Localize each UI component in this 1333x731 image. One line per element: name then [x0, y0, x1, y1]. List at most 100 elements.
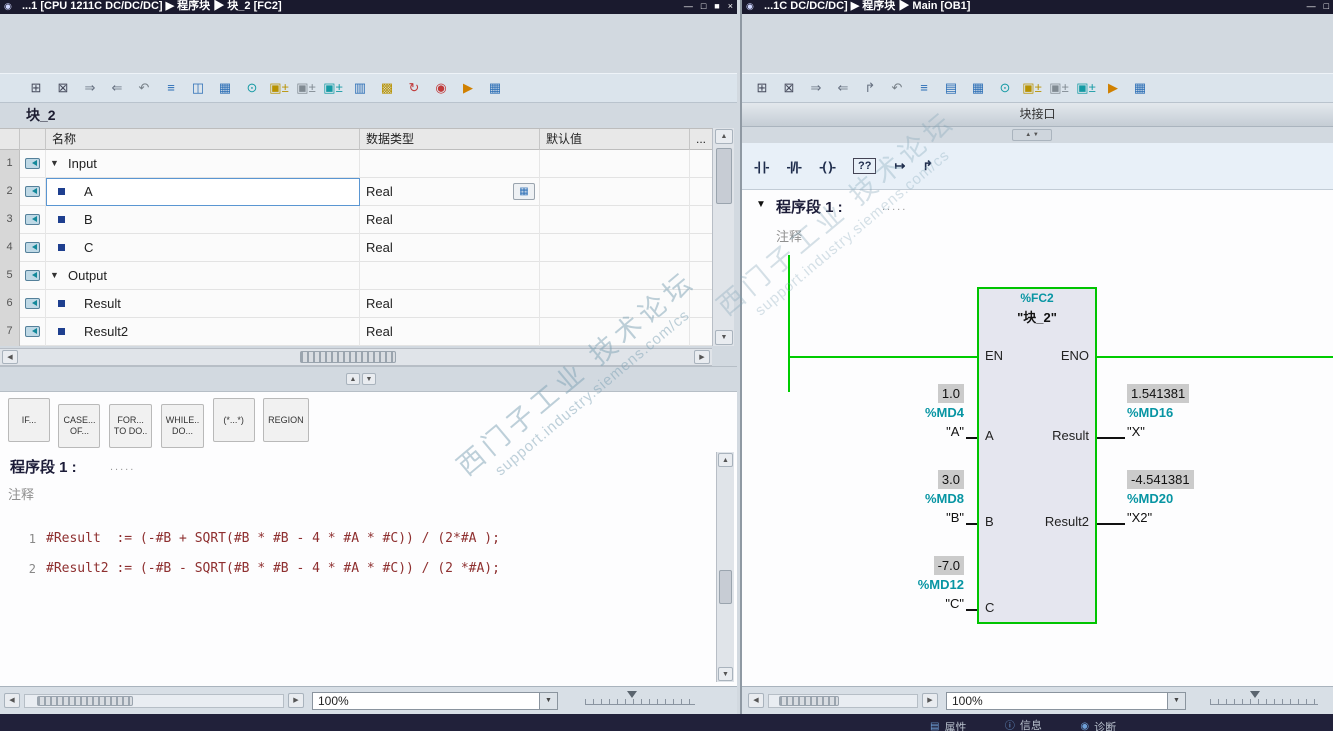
interface-collapse-control[interactable]: ▲ ▼: [1012, 129, 1052, 141]
collapse-up-icon[interactable]: ▲: [1025, 132, 1031, 138]
pin-en[interactable]: EN: [985, 348, 1003, 363]
overview-icon[interactable]: ▦: [966, 77, 990, 99]
code-vscroll-thumb[interactable]: [719, 570, 732, 604]
table-row-output[interactable]: 5 ▼ Output: [0, 262, 712, 290]
scroll-down-icon[interactable]: ▼: [715, 330, 733, 345]
db-environment-icon[interactable]: ▣±: [1047, 77, 1071, 99]
table-row-B[interactable]: 3 B Real: [0, 206, 712, 234]
operand-output-result2[interactable]: -4.541381 %MD20 "X2": [1127, 470, 1297, 527]
vscroll-thumb[interactable]: [716, 148, 732, 204]
header-default[interactable]: 默认值: [540, 129, 690, 151]
network-title[interactable]: 程序段 1 :: [10, 456, 77, 477]
monitor-refresh-icon[interactable]: ↻: [402, 77, 426, 99]
collapse-arrow-icon[interactable]: ▼: [50, 262, 59, 289]
fc2-block-call[interactable]: %FC2 "块_2" EN ENO A B C Result Result2: [977, 287, 1097, 624]
minimize-icon[interactable]: —: [684, 0, 693, 13]
tab-info[interactable]: ⓘ 信息: [1005, 717, 1042, 731]
block-interface-bar[interactable]: 块接口: [742, 103, 1333, 127]
close-branch-icon[interactable]: ↱: [922, 158, 933, 174]
undo-icon[interactable]: ↶: [885, 77, 909, 99]
snippet-case[interactable]: CASE... OF...: [58, 403, 101, 448]
scroll-down-icon[interactable]: ▼: [718, 667, 733, 681]
delete-network-icon[interactable]: ⊠: [777, 77, 801, 99]
table-row-A[interactable]: 2 A Real ▦: [0, 178, 712, 206]
status-hscroll-track[interactable]: [24, 694, 284, 708]
pin-eno[interactable]: ENO: [1061, 348, 1089, 363]
lad-view-icon[interactable]: ▤: [939, 77, 963, 99]
zoom-dropdown-icon[interactable]: ▼: [1167, 693, 1185, 709]
goto-previous-icon[interactable]: ⇐: [831, 77, 855, 99]
collapse-down-icon[interactable]: ▼: [1033, 132, 1039, 138]
network-list-icon[interactable]: ≡: [912, 77, 936, 99]
scroll-right-icon[interactable]: ▶: [922, 693, 938, 708]
splitter-up-icon[interactable]: ▲: [346, 373, 360, 385]
branch-icon[interactable]: ↱: [858, 77, 882, 99]
network-list-icon[interactable]: ≡: [159, 77, 183, 99]
tab-diagnostics[interactable]: ◉ 诊断: [1080, 719, 1116, 731]
code-line-1[interactable]: #Result := (-#B + SQRT(#B * #B - 4 * #A …: [46, 531, 500, 546]
snippet-while[interactable]: WHILE.. DO...: [160, 403, 205, 448]
scroll-up-icon[interactable]: ▲: [718, 453, 733, 467]
comment-icon[interactable]: ⊙: [993, 77, 1017, 99]
more-commands-icon[interactable]: ▶: [1101, 77, 1125, 99]
more-commands-icon[interactable]: ▶: [456, 77, 480, 99]
scroll-up-icon[interactable]: ▲: [715, 129, 733, 144]
header-more[interactable]: ...: [690, 129, 712, 151]
zoom-select[interactable]: 100% ▼: [312, 692, 558, 710]
settings-icon[interactable]: ▩: [375, 77, 399, 99]
db-instance-icon[interactable]: ▣±: [1074, 77, 1098, 99]
network-title[interactable]: 程序段 1 :: [776, 196, 843, 217]
status-hscroll-track[interactable]: [768, 694, 918, 708]
zoom-select[interactable]: 100% ▼: [946, 692, 1186, 710]
monitor-on-icon[interactable]: ◉: [429, 77, 453, 99]
undo-icon[interactable]: ↶: [132, 77, 156, 99]
pin-result[interactable]: Result: [1052, 428, 1089, 443]
snippet-region[interactable]: REGION: [263, 398, 309, 442]
zoom-dropdown-icon[interactable]: ▼: [539, 693, 557, 709]
minimize-icon[interactable]: —: [1307, 0, 1316, 13]
network-comment[interactable]: 注释: [776, 226, 802, 245]
table-hscrollbar[interactable]: ◀ ▶: [0, 348, 712, 366]
header-name[interactable]: 名称: [46, 129, 360, 151]
table-row-result[interactable]: 6 Result Real: [0, 290, 712, 318]
table-row-result2[interactable]: 7 Result2 Real: [0, 318, 712, 346]
insert-row-icon[interactable]: ⊞: [24, 77, 48, 99]
zoom-slider[interactable]: [1210, 691, 1318, 705]
operand-input-a[interactable]: 1.0 %MD4 "A": [814, 384, 964, 441]
delete-row-icon[interactable]: ⊠: [51, 77, 75, 99]
table-row-C[interactable]: 4 C Real: [0, 234, 712, 262]
db-calls-icon[interactable]: ▣±: [267, 77, 291, 99]
operand-input-c[interactable]: -7.0 %MD12 "C": [814, 556, 964, 613]
collapse-arrow-icon[interactable]: ▼: [50, 150, 59, 177]
zoom-slider-handle[interactable]: [627, 691, 637, 703]
absolute-operands-icon[interactable]: ▥: [348, 77, 372, 99]
header-datatype[interactable]: 数据类型: [360, 129, 540, 151]
goto-next-icon[interactable]: ⇒: [804, 77, 828, 99]
zoom-slider-handle[interactable]: [1250, 691, 1260, 703]
code-vscrollbar[interactable]: ▲ ▼: [716, 452, 734, 682]
open-branch-icon[interactable]: ↦: [894, 158, 905, 174]
contact-no-icon[interactable]: -| |-: [754, 159, 770, 174]
status-hscroll-thumb[interactable]: [779, 696, 839, 706]
pin-result2[interactable]: Result2: [1045, 514, 1089, 529]
insert-network-icon[interactable]: ⊞: [750, 77, 774, 99]
scroll-left-icon[interactable]: ◀: [2, 350, 18, 364]
reset-values-icon[interactable]: ⇐: [105, 77, 129, 99]
network-comment[interactable]: 注释: [8, 484, 34, 503]
keep-values-icon[interactable]: ⇒: [78, 77, 102, 99]
pin-b[interactable]: B: [985, 514, 994, 529]
db-environment-icon[interactable]: ▣±: [294, 77, 318, 99]
tab-properties[interactable]: ▤ 属性: [930, 719, 966, 731]
status-hscroll-thumb[interactable]: [37, 696, 133, 706]
snippet-if[interactable]: IF...: [8, 398, 50, 442]
network-collapse-icon[interactable]: ▼: [756, 199, 766, 210]
snippet-for[interactable]: FOR... TO DO..: [108, 403, 153, 448]
empty-box-icon[interactable]: ??: [853, 158, 877, 174]
splitter-down-icon[interactable]: ▼: [362, 373, 376, 385]
table-vscrollbar[interactable]: ▲ ▼: [712, 128, 734, 346]
scroll-left-icon[interactable]: ◀: [748, 693, 764, 708]
maximize-icon[interactable]: ■: [714, 0, 719, 13]
open-table-icon[interactable]: ▦: [1128, 77, 1152, 99]
right-titlebar[interactable]: ◉ ...1C DC/DC/DC] ▶ 程序块 ▶ Main [OB1] — □: [742, 0, 1333, 14]
editor-splitter[interactable]: ▲ ▼: [0, 366, 737, 392]
